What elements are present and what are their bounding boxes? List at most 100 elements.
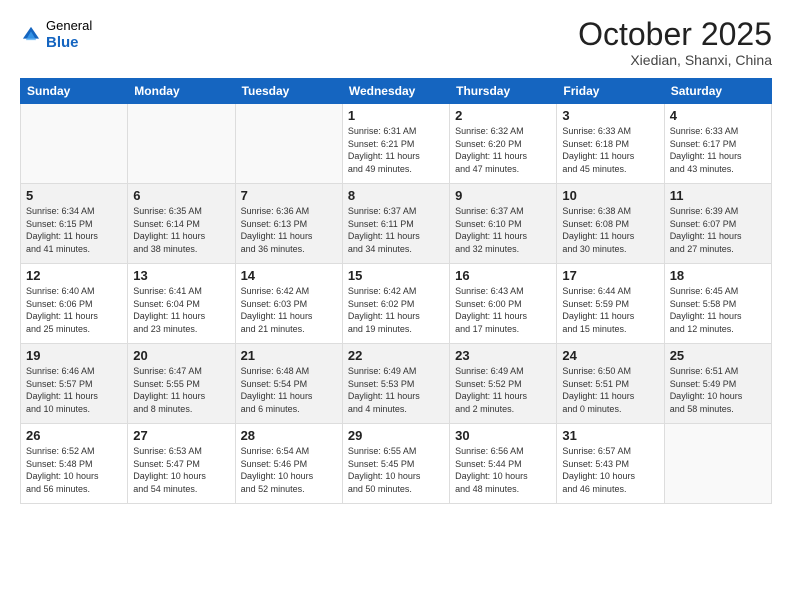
logo-general: General (46, 18, 92, 34)
day-number: 26 (26, 428, 122, 443)
day-info: Sunrise: 6:51 AM Sunset: 5:49 PM Dayligh… (670, 365, 766, 415)
day-info: Sunrise: 6:37 AM Sunset: 6:11 PM Dayligh… (348, 205, 444, 255)
calendar-cell: 2 Sunrise: 6:32 AM Sunset: 6:20 PM Daylig… (450, 104, 557, 184)
day-info: Sunrise: 6:39 AM Sunset: 6:07 PM Dayligh… (670, 205, 766, 255)
day-number: 12 (26, 268, 122, 283)
calendar-cell: 3 Sunrise: 6:33 AM Sunset: 6:18 PM Daylig… (557, 104, 664, 184)
calendar-cell: 13Sunrise: 6:41 AM Sunset: 6:04 PM Dayli… (128, 264, 235, 344)
day-number: 20 (133, 348, 229, 363)
calendar-day-header: Wednesday (342, 79, 449, 104)
day-number: 9 (455, 188, 551, 203)
day-info: Sunrise: 6:40 AM Sunset: 6:06 PM Dayligh… (26, 285, 122, 335)
calendar-cell: 24 Sunrise: 6:50 AM Sunset: 5:51 PM Dayli… (557, 344, 664, 424)
calendar-cell: 17 Sunrise: 6:44 AM Sunset: 5:59 PM Dayli… (557, 264, 664, 344)
day-info: Sunrise: 6:32 AM Sunset: 6:20 PM Dayligh… (455, 125, 551, 175)
day-number: 6 (133, 188, 229, 203)
day-info: Sunrise: 6:33 AM Sunset: 6:17 PM Dayligh… (670, 125, 766, 175)
day-number: 2 (455, 108, 551, 123)
calendar-week-row: 12 Sunrise: 6:40 AM Sunset: 6:06 PM Dayli… (21, 264, 772, 344)
day-number: 27 (133, 428, 229, 443)
day-number: 11 (670, 188, 766, 203)
calendar-cell: 4 Sunrise: 6:33 AM Sunset: 6:17 PM Daylig… (664, 104, 771, 184)
day-info: Sunrise: 6:41 AM Sunset: 6:04 PM Dayligh… (133, 285, 229, 335)
day-info: Sunrise: 6:46 AM Sunset: 5:57 PM Dayligh… (26, 365, 122, 415)
calendar-cell: 25Sunrise: 6:51 AM Sunset: 5:49 PM Dayli… (664, 344, 771, 424)
calendar: SundayMondayTuesdayWednesdayThursdayFrid… (20, 78, 772, 504)
day-info: Sunrise: 6:31 AM Sunset: 6:21 PM Dayligh… (348, 125, 444, 175)
day-info: Sunrise: 6:35 AM Sunset: 6:14 PM Dayligh… (133, 205, 229, 255)
calendar-week-row: 26 Sunrise: 6:52 AM Sunset: 5:48 PM Dayli… (21, 424, 772, 504)
day-info: Sunrise: 6:44 AM Sunset: 5:59 PM Dayligh… (562, 285, 658, 335)
day-number: 21 (241, 348, 337, 363)
day-info: Sunrise: 6:42 AM Sunset: 6:02 PM Dayligh… (348, 285, 444, 335)
day-number: 17 (562, 268, 658, 283)
calendar-cell: 31Sunrise: 6:57 AM Sunset: 5:43 PM Dayli… (557, 424, 664, 504)
day-info: Sunrise: 6:34 AM Sunset: 6:15 PM Dayligh… (26, 205, 122, 255)
day-number: 30 (455, 428, 551, 443)
day-number: 22 (348, 348, 444, 363)
calendar-cell: 26 Sunrise: 6:52 AM Sunset: 5:48 PM Dayli… (21, 424, 128, 504)
calendar-cell (128, 104, 235, 184)
day-info: Sunrise: 6:50 AM Sunset: 5:51 PM Dayligh… (562, 365, 658, 415)
calendar-cell: 19Sunrise: 6:46 AM Sunset: 5:57 PM Dayli… (21, 344, 128, 424)
day-info: Sunrise: 6:42 AM Sunset: 6:03 PM Dayligh… (241, 285, 337, 335)
day-info: Sunrise: 6:47 AM Sunset: 5:55 PM Dayligh… (133, 365, 229, 415)
day-number: 1 (348, 108, 444, 123)
logo-icon (20, 24, 42, 46)
day-number: 31 (562, 428, 658, 443)
calendar-cell: 15 Sunrise: 6:42 AM Sunset: 6:02 PM Dayli… (342, 264, 449, 344)
day-info: Sunrise: 6:49 AM Sunset: 5:52 PM Dayligh… (455, 365, 551, 415)
calendar-cell: 21 Sunrise: 6:48 AM Sunset: 5:54 PM Dayli… (235, 344, 342, 424)
day-info: Sunrise: 6:49 AM Sunset: 5:53 PM Dayligh… (348, 365, 444, 415)
calendar-cell: 1 Sunrise: 6:31 AM Sunset: 6:21 PM Daylig… (342, 104, 449, 184)
day-number: 16 (455, 268, 551, 283)
day-number: 5 (26, 188, 122, 203)
day-info: Sunrise: 6:37 AM Sunset: 6:10 PM Dayligh… (455, 205, 551, 255)
calendar-cell: 20 Sunrise: 6:47 AM Sunset: 5:55 PM Dayli… (128, 344, 235, 424)
day-number: 15 (348, 268, 444, 283)
day-info: Sunrise: 6:45 AM Sunset: 5:58 PM Dayligh… (670, 285, 766, 335)
month-title: October 2025 (578, 18, 772, 50)
calendar-cell: 5 Sunrise: 6:34 AM Sunset: 6:15 PM Daylig… (21, 184, 128, 264)
day-number: 3 (562, 108, 658, 123)
day-number: 28 (241, 428, 337, 443)
day-info: Sunrise: 6:38 AM Sunset: 6:08 PM Dayligh… (562, 205, 658, 255)
calendar-cell: 9 Sunrise: 6:37 AM Sunset: 6:10 PM Daylig… (450, 184, 557, 264)
calendar-day-header: Monday (128, 79, 235, 104)
day-info: Sunrise: 6:54 AM Sunset: 5:46 PM Dayligh… (241, 445, 337, 495)
page: General Blue October 2025 Xiedian, Shanx… (0, 0, 792, 612)
calendar-cell: 8Sunrise: 6:37 AM Sunset: 6:11 PM Daylig… (342, 184, 449, 264)
calendar-cell: 28 Sunrise: 6:54 AM Sunset: 5:46 PM Dayli… (235, 424, 342, 504)
day-info: Sunrise: 6:43 AM Sunset: 6:00 PM Dayligh… (455, 285, 551, 335)
calendar-header-row: SundayMondayTuesdayWednesdayThursdayFrid… (21, 79, 772, 104)
day-number: 18 (670, 268, 766, 283)
day-number: 29 (348, 428, 444, 443)
day-info: Sunrise: 6:48 AM Sunset: 5:54 PM Dayligh… (241, 365, 337, 415)
logo-blue: Blue (46, 34, 92, 52)
day-info: Sunrise: 6:33 AM Sunset: 6:18 PM Dayligh… (562, 125, 658, 175)
calendar-cell (664, 424, 771, 504)
location: Xiedian, Shanxi, China (578, 52, 772, 68)
calendar-week-row: 5 Sunrise: 6:34 AM Sunset: 6:15 PM Daylig… (21, 184, 772, 264)
calendar-cell: 18 Sunrise: 6:45 AM Sunset: 5:58 PM Dayli… (664, 264, 771, 344)
calendar-cell: 14Sunrise: 6:42 AM Sunset: 6:03 PM Dayli… (235, 264, 342, 344)
day-number: 23 (455, 348, 551, 363)
logo-text: General Blue (46, 18, 92, 52)
calendar-day-header: Tuesday (235, 79, 342, 104)
logo: General Blue (20, 18, 92, 52)
day-number: 4 (670, 108, 766, 123)
calendar-cell: 11 Sunrise: 6:39 AM Sunset: 6:07 PM Dayli… (664, 184, 771, 264)
calendar-cell: 12 Sunrise: 6:40 AM Sunset: 6:06 PM Dayli… (21, 264, 128, 344)
header: General Blue October 2025 Xiedian, Shanx… (20, 18, 772, 68)
calendar-cell (21, 104, 128, 184)
day-number: 24 (562, 348, 658, 363)
calendar-day-header: Friday (557, 79, 664, 104)
calendar-week-row: 19Sunrise: 6:46 AM Sunset: 5:57 PM Dayli… (21, 344, 772, 424)
calendar-cell: 10 Sunrise: 6:38 AM Sunset: 6:08 PM Dayli… (557, 184, 664, 264)
calendar-cell: 16 Sunrise: 6:43 AM Sunset: 6:00 PM Dayli… (450, 264, 557, 344)
calendar-cell: 29Sunrise: 6:55 AM Sunset: 5:45 PM Dayli… (342, 424, 449, 504)
day-number: 10 (562, 188, 658, 203)
calendar-cell: 7Sunrise: 6:36 AM Sunset: 6:13 PM Daylig… (235, 184, 342, 264)
calendar-cell: 27Sunrise: 6:53 AM Sunset: 5:47 PM Dayli… (128, 424, 235, 504)
day-info: Sunrise: 6:52 AM Sunset: 5:48 PM Dayligh… (26, 445, 122, 495)
